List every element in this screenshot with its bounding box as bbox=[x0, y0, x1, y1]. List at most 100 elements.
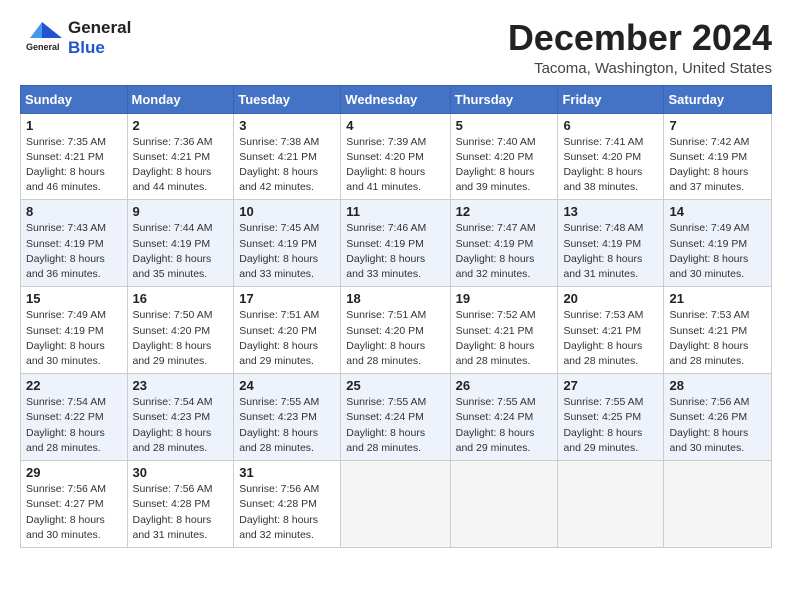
day-detail: Sunrise: 7:56 AMSunset: 4:28 PMDaylight:… bbox=[133, 482, 229, 543]
table-row: 28 Sunrise: 7:56 AMSunset: 4:26 PMDayligh… bbox=[664, 374, 772, 461]
day-detail: Sunrise: 7:55 AMSunset: 4:24 PMDaylight:… bbox=[456, 395, 553, 456]
table-row: 11 Sunrise: 7:46 AMSunset: 4:19 PMDayligh… bbox=[341, 200, 450, 287]
location: Tacoma, Washington, United States bbox=[508, 60, 772, 77]
table-row: 13 Sunrise: 7:48 AMSunset: 4:19 PMDayligh… bbox=[558, 200, 664, 287]
calendar-week-row: 15 Sunrise: 7:49 AMSunset: 4:19 PMDayligh… bbox=[21, 287, 772, 374]
table-row: 30 Sunrise: 7:56 AMSunset: 4:28 PMDayligh… bbox=[127, 461, 234, 548]
day-detail: Sunrise: 7:55 AMSunset: 4:23 PMDaylight:… bbox=[239, 395, 335, 456]
day-number: 2 bbox=[133, 118, 229, 133]
table-row: 22Sunrise: 7:54 AMSunset: 4:22 PMDayligh… bbox=[21, 374, 128, 461]
day-number: 3 bbox=[239, 118, 335, 133]
table-row: 21 Sunrise: 7:53 AMSunset: 4:21 PMDayligh… bbox=[664, 287, 772, 374]
day-number: 19 bbox=[456, 291, 553, 306]
table-row: 14 Sunrise: 7:49 AMSunset: 4:19 PMDayligh… bbox=[664, 200, 772, 287]
day-number: 15 bbox=[26, 291, 122, 306]
day-number: 1 bbox=[26, 118, 122, 133]
logo: General General Blue bbox=[20, 18, 131, 58]
col-monday: Monday bbox=[127, 85, 234, 113]
table-row: 10 Sunrise: 7:45 AMSunset: 4:19 PMDayligh… bbox=[234, 200, 341, 287]
day-number: 29 bbox=[26, 465, 122, 480]
day-detail: Sunrise: 7:50 AMSunset: 4:20 PMDaylight:… bbox=[133, 308, 229, 369]
table-row: 16 Sunrise: 7:50 AMSunset: 4:20 PMDayligh… bbox=[127, 287, 234, 374]
page: General General Blue December 2024 Tacom… bbox=[0, 0, 792, 566]
table-row: 18Sunrise: 7:51 AMSunset: 4:20 PMDayligh… bbox=[341, 287, 450, 374]
day-detail: Sunrise: 7:49 AMSunset: 4:19 PMDaylight:… bbox=[26, 308, 122, 369]
day-number: 30 bbox=[133, 465, 229, 480]
day-number: 16 bbox=[133, 291, 229, 306]
day-number: 10 bbox=[239, 204, 335, 219]
day-number: 13 bbox=[563, 204, 658, 219]
calendar-header-row: Sunday Monday Tuesday Wednesday Thursday… bbox=[21, 85, 772, 113]
day-number: 24 bbox=[239, 378, 335, 393]
calendar-week-row: 29 Sunrise: 7:56 AMSunset: 4:27 PMDayligh… bbox=[21, 461, 772, 548]
day-number: 17 bbox=[239, 291, 335, 306]
table-row: 2 Sunrise: 7:36 AMSunset: 4:21 PMDaylight… bbox=[127, 113, 234, 200]
day-detail: Sunrise: 7:44 AMSunset: 4:19 PMDaylight:… bbox=[133, 221, 229, 282]
table-row: 15 Sunrise: 7:49 AMSunset: 4:19 PMDayligh… bbox=[21, 287, 128, 374]
day-detail: Sunrise: 7:43 AMSunset: 4:19 PMDaylight:… bbox=[26, 221, 122, 282]
day-detail: Sunrise: 7:53 AMSunset: 4:21 PMDaylight:… bbox=[669, 308, 766, 369]
day-detail: Sunrise: 7:55 AMSunset: 4:24 PMDaylight:… bbox=[346, 395, 444, 456]
logo-text: General Blue bbox=[68, 18, 131, 58]
day-number: 31 bbox=[239, 465, 335, 480]
day-detail: Sunrise: 7:54 AMSunset: 4:23 PMDaylight:… bbox=[133, 395, 229, 456]
col-saturday: Saturday bbox=[664, 85, 772, 113]
day-detail: Sunrise: 7:54 AMSunset: 4:22 PMDaylight:… bbox=[26, 395, 122, 456]
day-number: 20 bbox=[563, 291, 658, 306]
table-row: 3 Sunrise: 7:38 AMSunset: 4:21 PMDaylight… bbox=[234, 113, 341, 200]
day-detail: Sunrise: 7:53 AMSunset: 4:21 PMDaylight:… bbox=[563, 308, 658, 369]
day-detail: Sunrise: 7:47 AMSunset: 4:19 PMDaylight:… bbox=[456, 221, 553, 282]
day-number: 7 bbox=[669, 118, 766, 133]
logo-icon: General bbox=[20, 20, 64, 56]
table-row bbox=[341, 461, 450, 548]
day-number: 4 bbox=[346, 118, 444, 133]
table-row bbox=[450, 461, 558, 548]
calendar-week-row: 1 Sunrise: 7:35 AMSunset: 4:21 PMDaylight… bbox=[21, 113, 772, 200]
table-row: 12 Sunrise: 7:47 AMSunset: 4:19 PMDayligh… bbox=[450, 200, 558, 287]
day-detail: Sunrise: 7:36 AMSunset: 4:21 PMDaylight:… bbox=[133, 135, 229, 196]
calendar-week-row: 8 Sunrise: 7:43 AMSunset: 4:19 PMDaylight… bbox=[21, 200, 772, 287]
day-number: 27 bbox=[563, 378, 658, 393]
table-row: 5Sunrise: 7:40 AMSunset: 4:20 PMDaylight… bbox=[450, 113, 558, 200]
day-number: 12 bbox=[456, 204, 553, 219]
day-number: 21 bbox=[669, 291, 766, 306]
day-number: 14 bbox=[669, 204, 766, 219]
day-detail: Sunrise: 7:56 AMSunset: 4:26 PMDaylight:… bbox=[669, 395, 766, 456]
day-detail: Sunrise: 7:52 AMSunset: 4:21 PMDaylight:… bbox=[456, 308, 553, 369]
col-tuesday: Tuesday bbox=[234, 85, 341, 113]
day-number: 8 bbox=[26, 204, 122, 219]
table-row: 26Sunrise: 7:55 AMSunset: 4:24 PMDayligh… bbox=[450, 374, 558, 461]
day-detail: Sunrise: 7:48 AMSunset: 4:19 PMDaylight:… bbox=[563, 221, 658, 282]
table-row: 29 Sunrise: 7:56 AMSunset: 4:27 PMDayligh… bbox=[21, 461, 128, 548]
table-row: 17 Sunrise: 7:51 AMSunset: 4:20 PMDayligh… bbox=[234, 287, 341, 374]
day-number: 9 bbox=[133, 204, 229, 219]
day-number: 23 bbox=[133, 378, 229, 393]
day-number: 5 bbox=[456, 118, 553, 133]
header: General General Blue December 2024 Tacom… bbox=[20, 18, 772, 77]
table-row: 1 Sunrise: 7:35 AMSunset: 4:21 PMDaylight… bbox=[21, 113, 128, 200]
day-detail: Sunrise: 7:56 AMSunset: 4:27 PMDaylight:… bbox=[26, 482, 122, 543]
col-thursday: Thursday bbox=[450, 85, 558, 113]
day-detail: Sunrise: 7:42 AMSunset: 4:19 PMDaylight:… bbox=[669, 135, 766, 196]
day-detail: Sunrise: 7:35 AMSunset: 4:21 PMDaylight:… bbox=[26, 135, 122, 196]
table-row: 6Sunrise: 7:41 AMSunset: 4:20 PMDaylight… bbox=[558, 113, 664, 200]
day-detail: Sunrise: 7:46 AMSunset: 4:19 PMDaylight:… bbox=[346, 221, 444, 282]
table-row: 9 Sunrise: 7:44 AMSunset: 4:19 PMDaylight… bbox=[127, 200, 234, 287]
table-row: 24 Sunrise: 7:55 AMSunset: 4:23 PMDayligh… bbox=[234, 374, 341, 461]
day-detail: Sunrise: 7:51 AMSunset: 4:20 PMDaylight:… bbox=[239, 308, 335, 369]
day-number: 11 bbox=[346, 204, 444, 219]
table-row: 25Sunrise: 7:55 AMSunset: 4:24 PMDayligh… bbox=[341, 374, 450, 461]
table-row: 7 Sunrise: 7:42 AMSunset: 4:19 PMDaylight… bbox=[664, 113, 772, 200]
day-detail: Sunrise: 7:51 AMSunset: 4:20 PMDaylight:… bbox=[346, 308, 444, 369]
title-area: December 2024 Tacoma, Washington, United… bbox=[508, 18, 772, 77]
day-number: 28 bbox=[669, 378, 766, 393]
day-detail: Sunrise: 7:49 AMSunset: 4:19 PMDaylight:… bbox=[669, 221, 766, 282]
table-row: 23 Sunrise: 7:54 AMSunset: 4:23 PMDayligh… bbox=[127, 374, 234, 461]
day-detail: Sunrise: 7:38 AMSunset: 4:21 PMDaylight:… bbox=[239, 135, 335, 196]
table-row: 4Sunrise: 7:39 AMSunset: 4:20 PMDaylight… bbox=[341, 113, 450, 200]
table-row bbox=[664, 461, 772, 548]
table-row: 31Sunrise: 7:56 AMSunset: 4:28 PMDayligh… bbox=[234, 461, 341, 548]
day-detail: Sunrise: 7:45 AMSunset: 4:19 PMDaylight:… bbox=[239, 221, 335, 282]
table-row bbox=[558, 461, 664, 548]
calendar: Sunday Monday Tuesday Wednesday Thursday… bbox=[20, 85, 772, 548]
